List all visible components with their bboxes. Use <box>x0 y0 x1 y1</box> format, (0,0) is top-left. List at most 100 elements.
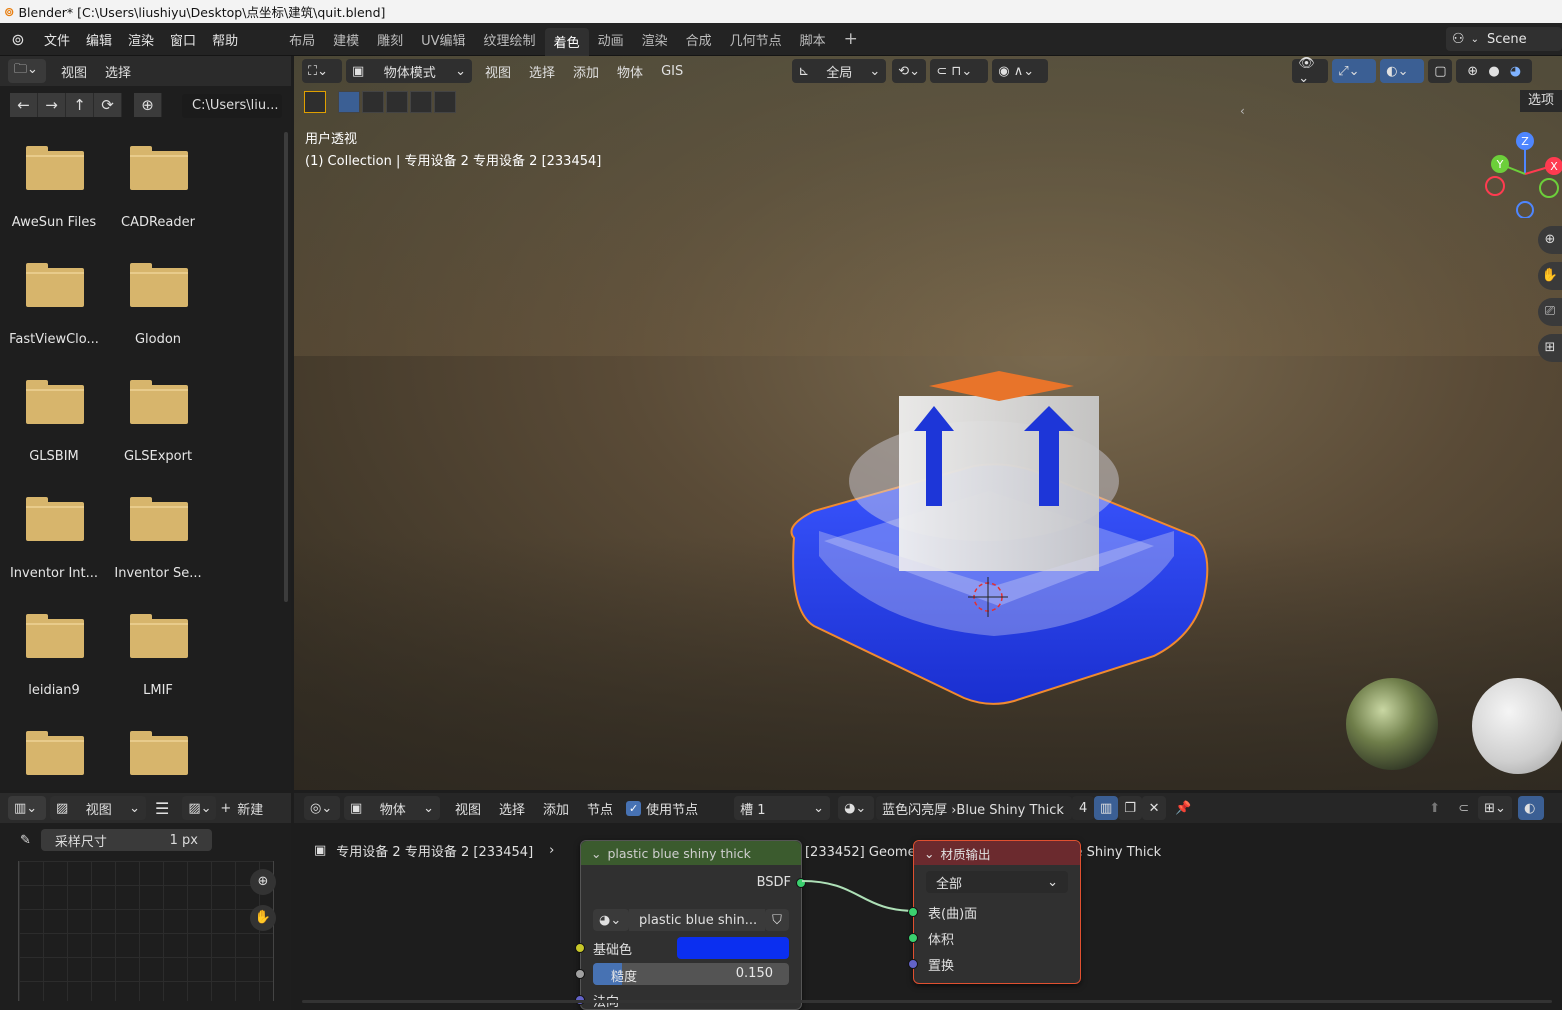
gizmo-toggle-icon[interactable]: ⤢⌄ <box>1332 59 1377 83</box>
node-menu-select[interactable]: 选择 <box>490 799 534 818</box>
node-menu-add[interactable]: 添加 <box>534 799 578 818</box>
base-color-swatch[interactable] <box>677 937 789 959</box>
workspace-tab-scripting[interactable]: 脚本 <box>791 23 835 56</box>
wireframe-shading-icon[interactable]: ⊕ <box>1467 64 1478 79</box>
overlay-toggle-icon[interactable]: ◐⌄ <box>1380 59 1425 83</box>
menu-edit[interactable]: 编辑 <box>78 23 120 56</box>
pan-hand-icon[interactable]: ✋ <box>1538 262 1562 290</box>
fb-menu-select[interactable]: 选择 <box>96 62 140 81</box>
folder-item[interactable] <box>106 717 210 790</box>
shading-modes[interactable]: ⊕ ● ◕ <box>1456 59 1533 83</box>
add-workspace-icon[interactable]: + <box>835 23 867 56</box>
node-menu-view[interactable]: 视图 <box>446 799 490 818</box>
folder-item[interactable]: FastViewClo... <box>2 249 106 366</box>
folder-item[interactable]: LMIF <box>106 600 210 717</box>
shader-node-editor[interactable]: ◎⌄ ▣ 物体 ⌄ 视图 选择 添加 节点 ✓ 使用节点 槽 1 ⌄ ◕⌄ 蓝色… <box>294 793 1562 1010</box>
image-browse-icon[interactable]: ▨⌄ <box>182 796 217 820</box>
collapse-chevron-icon[interactable]: ⌄ <box>924 846 934 861</box>
fb-menu-view[interactable]: 视图 <box>52 62 96 81</box>
select-mode-subtract-icon[interactable] <box>386 91 408 113</box>
transform-orientation-dropdown[interactable]: ⊾ 全局 ⌄ <box>792 59 887 83</box>
scene-selector[interactable]: ⚇ ⌄ Scene <box>1446 27 1562 51</box>
vp-menu-add[interactable]: 添加 <box>564 62 608 81</box>
bsdf-node-header[interactable]: ⌄ plastic blue shiny thick <box>581 841 801 865</box>
folder-item[interactable]: GLSBIM <box>2 366 106 483</box>
folder-item[interactable]: CADReader <box>106 132 210 249</box>
shield-icon[interactable]: ⛉ <box>765 909 789 931</box>
vp-menu-select[interactable]: 选择 <box>520 62 564 81</box>
folder-item[interactable]: leidian9 <box>2 600 106 717</box>
parent-node-icon[interactable]: ⬆ <box>1420 801 1449 816</box>
folder-item[interactable]: Glodon <box>106 249 210 366</box>
material-shading-icon[interactable]: ◕ <box>1510 64 1521 79</box>
vp-menu-object[interactable]: 物体 <box>608 62 652 81</box>
material-name-field[interactable]: 蓝色闪亮厚 ›Blue Shiny Thick <box>876 796 1073 820</box>
snap-icon[interactable]: ⊂ ⊓⌄ <box>930 59 989 83</box>
material-browse-icon[interactable]: ◕⌄ <box>593 909 629 931</box>
roughness-socket[interactable] <box>575 969 585 979</box>
select-mode-intersect-icon[interactable] <box>434 91 456 113</box>
xray-icon[interactable]: ▢ <box>1428 59 1453 83</box>
select-mode-new-icon[interactable] <box>338 91 360 113</box>
proportional-edit-icon[interactable]: ◉ ∧⌄ <box>992 59 1049 83</box>
material-slot-dropdown[interactable]: 槽 1 ⌄ <box>734 796 831 820</box>
vp-menu-view[interactable]: 视图 <box>476 62 520 81</box>
editor-type-shader-icon[interactable]: ◎⌄ <box>304 796 340 820</box>
duplicate-material-icon[interactable]: ❐ <box>1118 796 1143 820</box>
workspace-tab-animation[interactable]: 动画 <box>589 23 633 56</box>
parent-dir-icon[interactable]: ↑ <box>66 93 94 117</box>
fake-user-icon[interactable]: ▥ <box>1094 796 1119 820</box>
surface-socket[interactable] <box>908 907 918 917</box>
workspace-tab-layout[interactable]: 布局 <box>280 23 324 56</box>
menu-file[interactable]: 文件 <box>36 23 78 56</box>
folder-item[interactable]: Inventor Int... <box>2 483 106 600</box>
pan-hand-icon[interactable]: ✋ <box>250 905 276 931</box>
menu-help[interactable]: 帮助 <box>204 23 246 56</box>
folder-item[interactable]: GLSExport <box>106 366 210 483</box>
principled-bsdf-node[interactable]: ⌄ plastic blue shiny thick BSDF ◕⌄ plast… <box>575 840 806 1010</box>
sample-size-field[interactable]: 采样尺寸 1 px <box>40 829 212 851</box>
new-image-button[interactable]: + 新建 <box>220 799 263 818</box>
back-arrow-icon[interactable]: ← <box>10 93 38 117</box>
visibility-icon[interactable]: 👁⌄ <box>1292 56 1329 86</box>
options-tab[interactable]: 选项 <box>1520 90 1562 112</box>
menu-render[interactable]: 渲染 <box>120 23 162 56</box>
snap-icon[interactable]: ⊂ <box>1449 801 1478 816</box>
object-mode-dropdown[interactable]: ▣ 物体模式 ⌄ <box>346 59 472 83</box>
workspace-tab-rendering[interactable]: 渲染 <box>633 23 677 56</box>
directory-path-field[interactable]: C:\Users\liu... <box>182 94 282 118</box>
workspace-tab-shading[interactable]: 着色 <box>544 27 589 56</box>
unlink-close-icon[interactable]: ✕ <box>1142 796 1167 820</box>
material-output-node[interactable]: ⌄ 材质输出 全部 ⌄ 表(曲)面 体积 置换 <box>908 840 1081 984</box>
workspace-tab-uv-editing[interactable]: UV编辑 <box>412 23 474 56</box>
editor-type-3d-icon[interactable]: ⛶⌄ <box>302 59 342 83</box>
select-tool-icon[interactable] <box>304 91 326 113</box>
collapse-chevron-icon[interactable]: ⌄ <box>591 846 601 861</box>
file-browser-scrollbar[interactable] <box>284 132 288 602</box>
workspace-tab-modeling[interactable]: 建模 <box>324 23 368 56</box>
workspace-tab-sculpting[interactable]: 雕刻 <box>368 23 412 56</box>
select-mode-invert-icon[interactable] <box>410 91 432 113</box>
base-color-socket[interactable] <box>575 943 585 953</box>
volume-socket[interactable] <box>908 933 918 943</box>
blender-menu-icon[interactable]: ⊚ <box>0 30 36 49</box>
overlay-toggle-icon[interactable]: ◐ <box>1518 796 1545 820</box>
material-browse-icon[interactable]: ◕⌄ <box>838 796 875 820</box>
output-target-dropdown[interactable]: 全部 ⌄ <box>926 871 1068 893</box>
node-menu-node[interactable]: 节点 <box>578 799 622 818</box>
new-folder-icon[interactable]: ⊕ <box>134 93 162 117</box>
editor-type-file-icon[interactable]: 🗀⌄ <box>8 59 46 83</box>
folder-item[interactable]: Inventor Se... <box>106 483 210 600</box>
output-node-header[interactable]: ⌄ 材质输出 <box>914 841 1080 865</box>
zoom-icon[interactable]: ⊕ <box>250 869 276 895</box>
solid-shading-icon[interactable]: ● <box>1488 64 1499 79</box>
zoom-icon[interactable]: ⊕ <box>1538 226 1562 254</box>
material-users-count[interactable]: 4 <box>1072 796 1095 820</box>
select-mode-extend-icon[interactable] <box>362 91 384 113</box>
bsdf-material-field[interactable]: plastic blue shin... <box>629 909 765 931</box>
displacement-socket[interactable] <box>908 959 918 969</box>
hamburger-menu-icon[interactable]: ☰ <box>146 799 178 818</box>
editor-type-image-icon[interactable]: ▥⌄ <box>8 796 46 820</box>
collapse-arrow-icon[interactable]: ‹ <box>1240 104 1245 118</box>
eyedropper-icon[interactable]: ✎ <box>20 833 31 848</box>
